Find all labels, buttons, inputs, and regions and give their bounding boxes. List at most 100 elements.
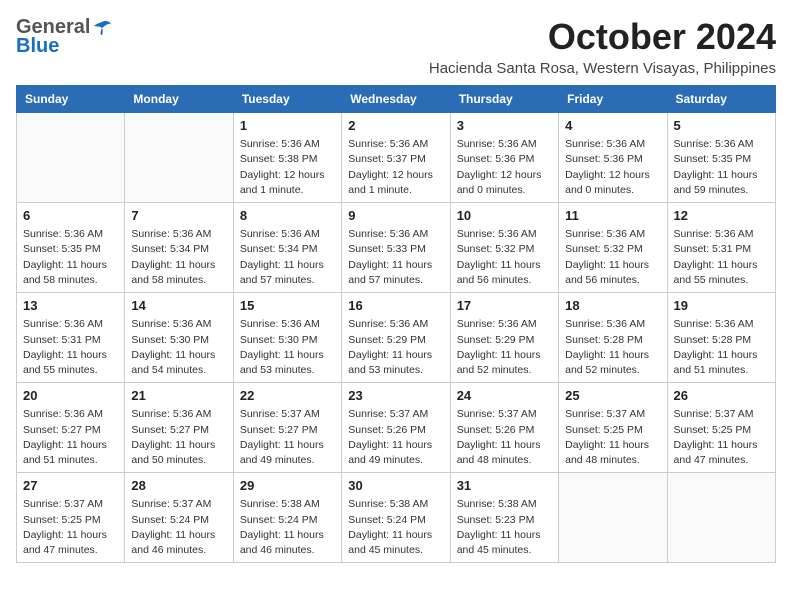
logo-area: General Blue: [16, 16, 112, 58]
day-info: Sunrise: 5:37 AM Sunset: 5:25 PM Dayligh…: [674, 407, 769, 468]
day-number: 8: [240, 207, 335, 225]
location-subtitle: Hacienda Santa Rosa, Western Visayas, Ph…: [429, 60, 776, 77]
calendar-cell: 25Sunrise: 5:37 AM Sunset: 5:25 PM Dayli…: [559, 383, 667, 473]
day-info: Sunrise: 5:36 AM Sunset: 5:35 PM Dayligh…: [23, 227, 118, 288]
weekday-header-sunday: Sunday: [17, 86, 125, 113]
calendar-cell: 30 Sunrise: 5:38 AM Sunset: 5:24 PM Dayli…: [342, 473, 450, 563]
calendar-cell: 18 Sunrise: 5:36 AM Sunset: 5:28 PM Dayli…: [559, 293, 667, 383]
calendar-week-row: 13Sunrise: 5:36 AM Sunset: 5:31 PM Dayli…: [17, 293, 776, 383]
weekday-header-tuesday: Tuesday: [233, 86, 341, 113]
calendar-cell: 20 Sunrise: 5:36 AM Sunset: 5:27 PM Dayli…: [17, 383, 125, 473]
day-number: 12: [674, 207, 769, 225]
weekday-header-thursday: Thursday: [450, 86, 558, 113]
day-number: 26: [674, 387, 769, 405]
day-number: 14: [131, 297, 226, 315]
calendar-cell: 23 Sunrise: 5:37 AM Sunset: 5:26 PM Dayli…: [342, 383, 450, 473]
calendar-week-row: 27 Sunrise: 5:37 AM Sunset: 5:25 PM Dayli…: [17, 473, 776, 563]
day-info: Sunrise: 5:36 AM Sunset: 5:29 PM Dayligh…: [457, 317, 552, 378]
day-info: Sunrise: 5:36 AM Sunset: 5:27 PM Dayligh…: [131, 407, 226, 468]
calendar-cell: 3Sunrise: 5:36 AM Sunset: 5:36 PM Daylig…: [450, 113, 558, 203]
calendar-cell: 26 Sunrise: 5:37 AM Sunset: 5:25 PM Dayli…: [667, 383, 775, 473]
day-info: Sunrise: 5:38 AM Sunset: 5:24 PM Dayligh…: [240, 497, 335, 558]
calendar-cell: 17Sunrise: 5:36 AM Sunset: 5:29 PM Dayli…: [450, 293, 558, 383]
day-number: 30: [348, 477, 443, 495]
month-title: October 2024: [429, 16, 776, 58]
day-info: Sunrise: 5:36 AM Sunset: 5:27 PM Dayligh…: [23, 407, 118, 468]
day-number: 21: [131, 387, 226, 405]
title-area: October 2024 Hacienda Santa Rosa, Wester…: [429, 16, 776, 77]
day-number: 15: [240, 297, 335, 315]
weekday-header-row: SundayMondayTuesdayWednesdayThursdayFrid…: [17, 86, 776, 113]
day-number: 16: [348, 297, 443, 315]
day-number: 18: [565, 297, 660, 315]
calendar-cell: 31 Sunrise: 5:38 AM Sunset: 5:23 PM Dayli…: [450, 473, 558, 563]
day-info: Sunrise: 5:37 AM Sunset: 5:24 PM Dayligh…: [131, 497, 226, 558]
calendar-week-row: 1Sunrise: 5:36 AM Sunset: 5:38 PM Daylig…: [17, 113, 776, 203]
day-number: 9: [348, 207, 443, 225]
calendar-cell: 8 Sunrise: 5:36 AM Sunset: 5:34 PM Daylig…: [233, 203, 341, 293]
calendar-week-row: 6Sunrise: 5:36 AM Sunset: 5:35 PM Daylig…: [17, 203, 776, 293]
day-info: Sunrise: 5:36 AM Sunset: 5:34 PM Dayligh…: [240, 227, 335, 288]
day-info: Sunrise: 5:38 AM Sunset: 5:23 PM Dayligh…: [457, 497, 552, 558]
day-number: 7: [131, 207, 226, 225]
day-info: Sunrise: 5:36 AM Sunset: 5:28 PM Dayligh…: [565, 317, 660, 378]
day-number: 31: [457, 477, 552, 495]
day-info: Sunrise: 5:38 AM Sunset: 5:24 PM Dayligh…: [348, 497, 443, 558]
day-info: Sunrise: 5:37 AM Sunset: 5:25 PM Dayligh…: [23, 497, 118, 558]
day-info: Sunrise: 5:36 AM Sunset: 5:33 PM Dayligh…: [348, 227, 443, 288]
day-number: 10: [457, 207, 552, 225]
day-info: Sunrise: 5:36 AM Sunset: 5:28 PM Dayligh…: [674, 317, 769, 378]
calendar-cell: 16 Sunrise: 5:36 AM Sunset: 5:29 PM Dayli…: [342, 293, 450, 383]
calendar-cell: 13Sunrise: 5:36 AM Sunset: 5:31 PM Dayli…: [17, 293, 125, 383]
calendar-cell: 24Sunrise: 5:37 AM Sunset: 5:26 PM Dayli…: [450, 383, 558, 473]
calendar-cell: 27 Sunrise: 5:37 AM Sunset: 5:25 PM Dayli…: [17, 473, 125, 563]
calendar-cell: 1Sunrise: 5:36 AM Sunset: 5:38 PM Daylig…: [233, 113, 341, 203]
day-info: Sunrise: 5:36 AM Sunset: 5:38 PM Dayligh…: [240, 137, 335, 198]
calendar-cell: 9 Sunrise: 5:36 AM Sunset: 5:33 PM Daylig…: [342, 203, 450, 293]
day-info: Sunrise: 5:37 AM Sunset: 5:26 PM Dayligh…: [457, 407, 552, 468]
calendar-cell: [667, 473, 775, 563]
day-info: Sunrise: 5:36 AM Sunset: 5:32 PM Dayligh…: [457, 227, 552, 288]
day-info: Sunrise: 5:36 AM Sunset: 5:30 PM Dayligh…: [131, 317, 226, 378]
calendar-cell: 21 Sunrise: 5:36 AM Sunset: 5:27 PM Dayli…: [125, 383, 233, 473]
day-info: Sunrise: 5:36 AM Sunset: 5:35 PM Dayligh…: [674, 137, 769, 198]
logo-blue: Blue: [16, 35, 59, 58]
calendar-cell: 7 Sunrise: 5:36 AM Sunset: 5:34 PM Daylig…: [125, 203, 233, 293]
calendar-cell: 15Sunrise: 5:36 AM Sunset: 5:30 PM Dayli…: [233, 293, 341, 383]
logo-bird-icon: [92, 20, 112, 36]
calendar-cell: [125, 113, 233, 203]
calendar-cell: 2 Sunrise: 5:36 AM Sunset: 5:37 PM Daylig…: [342, 113, 450, 203]
day-number: 27: [23, 477, 118, 495]
calendar-cell: 6Sunrise: 5:36 AM Sunset: 5:35 PM Daylig…: [17, 203, 125, 293]
day-number: 28: [131, 477, 226, 495]
header: General Blue October 2024 Hacienda Santa…: [16, 16, 776, 77]
day-info: Sunrise: 5:36 AM Sunset: 5:32 PM Dayligh…: [565, 227, 660, 288]
day-number: 20: [23, 387, 118, 405]
day-info: Sunrise: 5:37 AM Sunset: 5:27 PM Dayligh…: [240, 407, 335, 468]
day-info: Sunrise: 5:36 AM Sunset: 5:37 PM Dayligh…: [348, 137, 443, 198]
day-number: 5: [674, 117, 769, 135]
calendar-cell: [17, 113, 125, 203]
day-info: Sunrise: 5:37 AM Sunset: 5:25 PM Dayligh…: [565, 407, 660, 468]
day-number: 23: [348, 387, 443, 405]
day-number: 11: [565, 207, 660, 225]
day-number: 19: [674, 297, 769, 315]
calendar-cell: 10 Sunrise: 5:36 AM Sunset: 5:32 PM Dayli…: [450, 203, 558, 293]
day-info: Sunrise: 5:36 AM Sunset: 5:34 PM Dayligh…: [131, 227, 226, 288]
day-number: 4: [565, 117, 660, 135]
day-number: 29: [240, 477, 335, 495]
calendar-cell: 19 Sunrise: 5:36 AM Sunset: 5:28 PM Dayli…: [667, 293, 775, 383]
day-number: 3: [457, 117, 552, 135]
calendar-cell: 22Sunrise: 5:37 AM Sunset: 5:27 PM Dayli…: [233, 383, 341, 473]
day-info: Sunrise: 5:37 AM Sunset: 5:26 PM Dayligh…: [348, 407, 443, 468]
day-info: Sunrise: 5:36 AM Sunset: 5:29 PM Dayligh…: [348, 317, 443, 378]
calendar-cell: 5 Sunrise: 5:36 AM Sunset: 5:35 PM Daylig…: [667, 113, 775, 203]
calendar-week-row: 20 Sunrise: 5:36 AM Sunset: 5:27 PM Dayli…: [17, 383, 776, 473]
day-number: 2: [348, 117, 443, 135]
calendar-cell: 14 Sunrise: 5:36 AM Sunset: 5:30 PM Dayli…: [125, 293, 233, 383]
day-info: Sunrise: 5:36 AM Sunset: 5:31 PM Dayligh…: [23, 317, 118, 378]
weekday-header-friday: Friday: [559, 86, 667, 113]
calendar-cell: [559, 473, 667, 563]
calendar-cell: 11 Sunrise: 5:36 AM Sunset: 5:32 PM Dayli…: [559, 203, 667, 293]
calendar-cell: 28 Sunrise: 5:37 AM Sunset: 5:24 PM Dayli…: [125, 473, 233, 563]
